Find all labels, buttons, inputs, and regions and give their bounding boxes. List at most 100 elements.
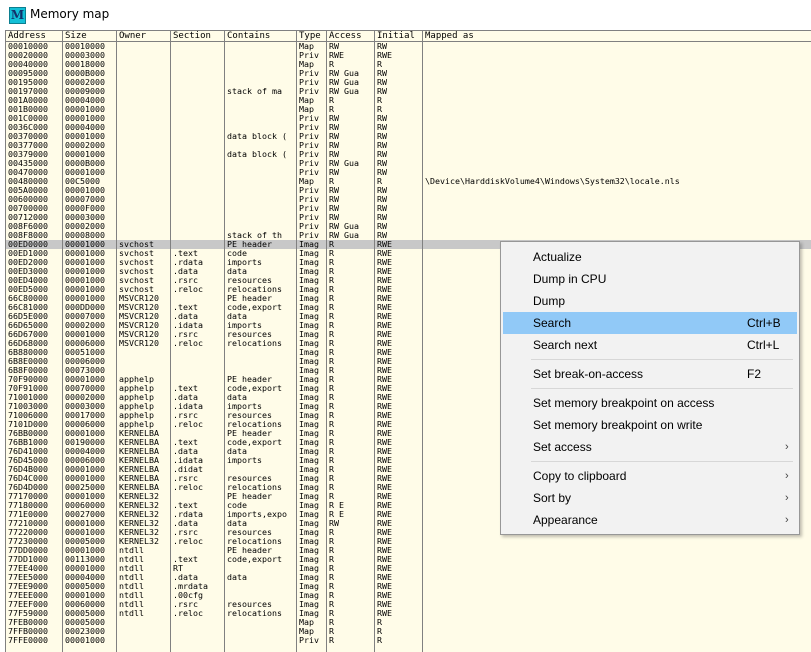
cell-size: 00001000: [65, 492, 105, 501]
menu-item-search[interactable]: Search Ctrl+B: [503, 312, 797, 334]
table-row[interactable]: 00480000 00C5000 Map R R \Device\HarddiskVolu…: [6, 177, 811, 186]
cell-initial: RWE: [377, 384, 392, 393]
menu-item-sort-by[interactable]: Sort by ›: [503, 487, 797, 509]
menu-item-set-memory-breakpoint-on-access[interactable]: Set memory breakpoint on access: [503, 392, 797, 414]
table-row[interactable]: 00020000 00003000 Priv RWE RWE: [6, 51, 811, 60]
table-row[interactable]: 00435000 0000B000 Priv RW Gua RW: [6, 159, 811, 168]
table-row[interactable]: 77DD1000 00113000 ntdll .text code,export Ima…: [6, 555, 811, 564]
cell-size: 00060000: [65, 501, 105, 510]
menu-item-dump-in-cpu[interactable]: Dump in CPU: [503, 268, 797, 290]
table-row[interactable]: 008F8000 00008000 stack of th Priv RW Gua RW: [6, 231, 811, 240]
cell-contains: code,export: [227, 438, 282, 447]
column-header-contains[interactable]: Contains: [225, 31, 297, 41]
table-row[interactable]: 77EE4000 00001000 ntdll RT Imag R RWE: [6, 564, 811, 573]
cell-section: .data: [173, 393, 198, 402]
table-row[interactable]: 00195000 00002000 Priv RW Gua RW: [6, 78, 811, 87]
cell-size: 00001000: [65, 249, 105, 258]
cell-size: 00017000: [65, 411, 105, 420]
table-row[interactable]: 7FFE0000 00001000 Priv R R: [6, 636, 811, 645]
cell-type: Map: [299, 96, 314, 105]
cell-type: Imag: [299, 312, 319, 321]
cell-size: 00003000: [65, 51, 105, 60]
cell-contains: data block (: [227, 150, 287, 159]
cell-initial: RWE: [377, 582, 392, 591]
cell-size: 00060000: [65, 600, 105, 609]
table-row[interactable]: 77EEE000 00001000 ntdll .00cfg Imag R RWE: [6, 591, 811, 600]
column-header-type[interactable]: Type: [297, 31, 327, 41]
cell-size: 00001000: [65, 258, 105, 267]
menu-item-copy-to-clipboard[interactable]: Copy to clipboard ›: [503, 465, 797, 487]
column-header-initial[interactable]: Initial: [375, 31, 423, 41]
cell-mapped-as: [423, 537, 811, 546]
column-header-mapped-as[interactable]: Mapped as: [423, 31, 811, 41]
cell-size: 0000B000: [65, 159, 105, 168]
cell-access: R: [329, 402, 334, 411]
cell-type: Imag: [299, 573, 319, 582]
cell-owner: [117, 186, 171, 195]
table-row[interactable]: 001B0000 00001000 Map R R: [6, 105, 811, 114]
table-row[interactable]: 00095000 0000B000 Priv RW Gua RW: [6, 69, 811, 78]
cell-owner: apphelp: [119, 375, 154, 384]
table-row[interactable]: 00040000 00018000 Map R R: [6, 60, 811, 69]
column-header-access[interactable]: Access: [327, 31, 375, 41]
table-row[interactable]: 00379000 00001000 data block (Priv RW RW: [6, 150, 811, 159]
cell-type: Imag: [299, 465, 319, 474]
table-row[interactable]: 77230000 00005000 KERNEL32 .reloc relocation…: [6, 537, 811, 546]
cell-address: 76D4C000: [8, 474, 48, 483]
cell-type: Imag: [299, 546, 319, 555]
table-row[interactable]: 008F6000 00002000 Priv RW Gua RW: [6, 222, 811, 231]
column-header-address[interactable]: Address: [6, 31, 63, 41]
cell-access: R: [329, 312, 334, 321]
cell-contains: relocations: [227, 483, 282, 492]
table-row[interactable]: 77DD0000 00001000 ntdll PE header Imag R RWE: [6, 546, 811, 555]
table-row[interactable]: 77EEF000 00060000 ntdll .rsrc resources Imag R…: [6, 600, 811, 609]
table-row[interactable]: 001C0000 00001000 Priv RW RW: [6, 114, 811, 123]
table-row[interactable]: 005A0000 00001000 Priv RW RW: [6, 186, 811, 195]
table-row[interactable]: 77F59000 00005000 ntdll .reloc relocations Im…: [6, 609, 811, 618]
cell-contains: resources: [227, 411, 272, 420]
cell-section: [171, 186, 225, 195]
table-row[interactable]: 00010000 00010000 Map RW RW: [6, 42, 811, 51]
table-row[interactable]: 7FEB0000 00005000 Map R R: [6, 618, 811, 627]
cell-type: Imag: [299, 393, 319, 402]
menu-item-appearance[interactable]: Appearance ›: [503, 509, 797, 531]
menu-item-label: Set memory breakpoint on write: [533, 418, 703, 432]
table-row[interactable]: 00600000 00007000 Priv RW RW: [6, 195, 811, 204]
column-header-section[interactable]: Section: [171, 31, 225, 41]
table-row[interactable]: 00712000 00003000 Priv RW RW: [6, 213, 811, 222]
table-row[interactable]: 00700000 0000F000 Priv RW RW: [6, 204, 811, 213]
cell-initial: RWE: [377, 555, 392, 564]
menu-item-actualize[interactable]: Actualize: [503, 246, 797, 268]
cell-initial: RWE: [377, 357, 392, 366]
cell-section: [171, 618, 225, 627]
table-row[interactable]: 7FFB0000 00023000 Map R R: [6, 627, 811, 636]
table-row[interactable]: 77EE5000 00004000 ntdll .data data Imag R RWE: [6, 573, 811, 582]
cell-section: .rsrc: [173, 528, 198, 537]
table-row[interactable]: 00377000 00002000 Priv RW RW: [6, 141, 811, 150]
cell-initial: R: [377, 60, 382, 69]
cell-address: 00370000: [8, 132, 48, 141]
cell-owner: [117, 105, 171, 114]
cell-mapped-as: [423, 582, 811, 591]
table-row[interactable]: 00370000 00001000 data block (Priv RW RW: [6, 132, 811, 141]
cell-address: 7FEB0000: [8, 618, 48, 627]
cell-initial: RWE: [377, 249, 392, 258]
cell-contains: [225, 60, 297, 69]
cell-access: RW: [329, 123, 339, 132]
column-header-size[interactable]: Size: [63, 31, 117, 41]
table-row[interactable]: 0036C000 00004000 Priv RW RW: [6, 123, 811, 132]
menu-item-set-memory-breakpoint-on-write[interactable]: Set memory breakpoint on write: [503, 414, 797, 436]
menu-item-set-access[interactable]: Set access ›: [503, 436, 797, 458]
table-row[interactable]: 001A0000 00004000 Map R R: [6, 96, 811, 105]
column-header-owner[interactable]: Owner: [117, 31, 171, 41]
table-row[interactable]: 00197000 00009000 stack of ma Priv RW Gua RW: [6, 87, 811, 96]
menu-item-set-break-on-access[interactable]: Set break-on-access F2: [503, 363, 797, 385]
cell-address: 70F91000: [8, 384, 48, 393]
cell-mapped-as: [423, 123, 811, 132]
table-row[interactable]: 77EE9000 00005000 ntdll .mrdata Imag R RWE: [6, 582, 811, 591]
table-row[interactable]: 00470000 00001000 Priv RW RW: [6, 168, 811, 177]
menu-item-dump[interactable]: Dump: [503, 290, 797, 312]
cell-section: [171, 123, 225, 132]
menu-item-search-next[interactable]: Search next Ctrl+L: [503, 334, 797, 356]
cell-section: .text: [173, 501, 198, 510]
